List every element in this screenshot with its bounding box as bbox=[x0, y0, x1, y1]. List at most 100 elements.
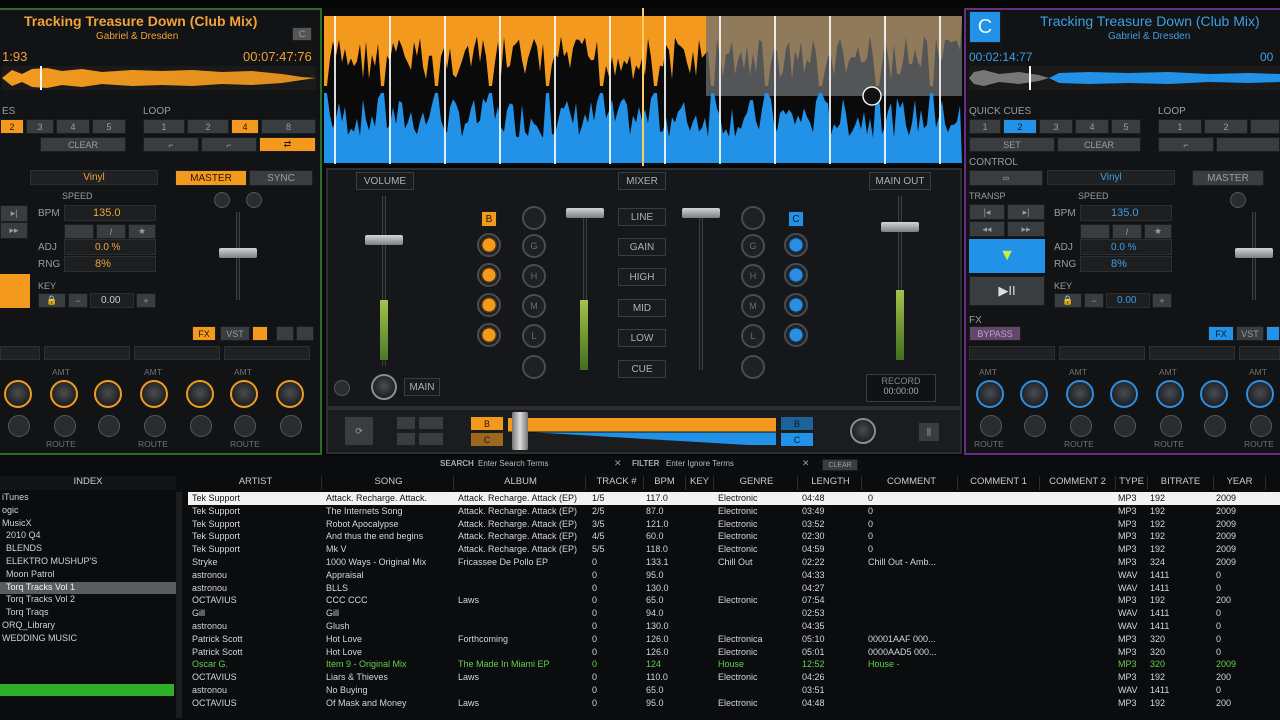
deck-b-skip-forward[interactable]: ▸| bbox=[1007, 204, 1045, 220]
mixer-settings-button[interactable]: ⫼ bbox=[918, 422, 940, 442]
left-line-knob[interactable] bbox=[522, 206, 546, 230]
table-cell[interactable] bbox=[1042, 518, 1114, 531]
left-cue-button[interactable] bbox=[522, 355, 546, 379]
table-cell[interactable]: WAV bbox=[1118, 684, 1146, 697]
table-cell[interactable] bbox=[960, 492, 1038, 505]
right-cue-button[interactable] bbox=[741, 355, 765, 379]
grid-button[interactable] bbox=[396, 416, 416, 430]
table-cell[interactable]: 95.0 bbox=[646, 569, 684, 582]
table-cell[interactable]: 04:26 bbox=[802, 671, 860, 684]
table-cell[interactable]: 0 bbox=[592, 697, 642, 710]
deck-a-key-lock[interactable]: 🔒 bbox=[38, 293, 66, 308]
deck-b-route-1[interactable] bbox=[980, 415, 1002, 437]
left-channel-tag[interactable]: B bbox=[481, 211, 497, 227]
table-cell[interactable]: 200 bbox=[1216, 671, 1264, 684]
table-cell[interactable]: 5/5 bbox=[592, 543, 642, 556]
table-cell[interactable] bbox=[718, 582, 796, 595]
deck-b-key-lock[interactable]: 🔒 bbox=[1054, 293, 1082, 308]
grid-button-2[interactable] bbox=[418, 416, 444, 430]
column-header[interactable]: COMMENT 2 bbox=[1040, 476, 1116, 490]
table-cell[interactable]: 04:48 bbox=[802, 697, 860, 710]
deck-b-cue-2[interactable]: 2 bbox=[1003, 119, 1037, 134]
deck-b-bpm-star[interactable]: ★ bbox=[1144, 224, 1172, 239]
deck-a-loop-out[interactable]: ⌐ bbox=[201, 137, 257, 152]
table-cell[interactable] bbox=[960, 518, 1038, 531]
deck-a-cue-3[interactable]: 3 bbox=[26, 119, 54, 134]
table-cell[interactable] bbox=[1042, 671, 1114, 684]
table-cell[interactable]: 320 bbox=[1150, 633, 1212, 646]
deck-a-bpm-star[interactable]: ★ bbox=[128, 224, 156, 239]
deck-b-vst-button[interactable]: VST bbox=[1236, 326, 1264, 341]
deck-b-pitch-bend-down[interactable] bbox=[1230, 192, 1246, 208]
deck-b-loop-in[interactable]: ⌐ bbox=[1158, 137, 1214, 152]
table-cell[interactable] bbox=[960, 658, 1038, 671]
deck-b-rewind[interactable]: ◂◂ bbox=[969, 221, 1005, 237]
table-cell[interactable] bbox=[1042, 594, 1114, 607]
table-cell[interactable]: Electronic bbox=[718, 518, 796, 531]
left-high-knob[interactable] bbox=[477, 263, 501, 287]
table-cell[interactable]: 124 bbox=[646, 658, 684, 671]
table-cell[interactable]: 1411 bbox=[1150, 684, 1212, 697]
deck-a-key-plus[interactable]: + bbox=[136, 293, 156, 308]
table-cell[interactable] bbox=[868, 697, 956, 710]
table-cell[interactable]: 0 bbox=[868, 505, 956, 518]
table-cell[interactable] bbox=[688, 505, 712, 518]
table-cell[interactable]: Electronic bbox=[718, 671, 796, 684]
table-cell[interactable]: Hot Love bbox=[326, 646, 452, 659]
headphone-button[interactable] bbox=[334, 380, 350, 396]
table-cell[interactable] bbox=[1042, 543, 1114, 556]
table-cell[interactable] bbox=[1042, 582, 1114, 595]
table-cell[interactable]: 1411 bbox=[1150, 620, 1212, 633]
table-cell[interactable]: MP3 bbox=[1118, 658, 1146, 671]
table-cell[interactable]: 0 bbox=[592, 620, 642, 633]
table-cell[interactable] bbox=[1042, 633, 1114, 646]
table-cell[interactable] bbox=[960, 671, 1038, 684]
table-cell[interactable]: 0 bbox=[592, 569, 642, 582]
table-cell[interactable]: astronou bbox=[192, 684, 320, 697]
deck-a-transport-play[interactable]: ▸| bbox=[0, 205, 28, 222]
table-cell[interactable]: No Buying bbox=[326, 684, 452, 697]
table-cell[interactable]: 0 bbox=[1216, 684, 1264, 697]
table-cell[interactable] bbox=[718, 569, 796, 582]
deck-a-tap[interactable] bbox=[64, 224, 94, 239]
deck-a-fx-knob-7[interactable] bbox=[276, 380, 304, 408]
table-cell[interactable]: MP3 bbox=[1118, 671, 1146, 684]
table-cell[interactable] bbox=[458, 620, 584, 633]
table-cell[interactable]: Glush bbox=[326, 620, 452, 633]
table-cell[interactable]: 03:52 bbox=[802, 518, 860, 531]
table-cell[interactable]: 1000 Ways - Original Mix bbox=[326, 556, 452, 569]
index-item[interactable]: Torq Traqs bbox=[0, 607, 176, 620]
table-cell[interactable] bbox=[868, 671, 956, 684]
left-gain-knob[interactable] bbox=[477, 233, 501, 257]
column-header[interactable]: SONG bbox=[324, 476, 454, 490]
deck-b-route-5[interactable] bbox=[1160, 415, 1182, 437]
table-cell[interactable]: Chill Out bbox=[718, 556, 796, 569]
deck-b-loop-3[interactable] bbox=[1250, 119, 1280, 134]
deck-a-fx-knob-4[interactable] bbox=[140, 380, 168, 408]
table-cell[interactable]: 133.1 bbox=[646, 556, 684, 569]
table-cell[interactable] bbox=[688, 556, 712, 569]
deck-a-fx-button[interactable]: FX bbox=[192, 326, 216, 341]
table-cell[interactable] bbox=[868, 607, 956, 620]
deck-b-cue-3[interactable]: 3 bbox=[1039, 119, 1073, 134]
search-input[interactable]: Enter Search Terms bbox=[478, 459, 618, 468]
table-cell[interactable]: The Made In Miami EP bbox=[458, 658, 584, 671]
table-cell[interactable] bbox=[960, 530, 1038, 543]
index-active-bar[interactable] bbox=[0, 684, 174, 696]
table-cell[interactable]: BLLS bbox=[326, 582, 452, 595]
table-cell[interactable]: 1411 bbox=[1150, 582, 1212, 595]
table-cell[interactable]: 2/5 bbox=[592, 505, 642, 518]
column-header[interactable]: COMMENT 1 bbox=[958, 476, 1040, 490]
table-cell[interactable] bbox=[868, 569, 956, 582]
table-cell[interactable]: Laws bbox=[458, 594, 584, 607]
deck-b-loop-2[interactable]: 2 bbox=[1204, 119, 1248, 134]
table-cell[interactable]: 00001AAF 000... bbox=[868, 633, 956, 646]
table-cell[interactable]: Electronic bbox=[718, 530, 796, 543]
table-cell[interactable]: Attack. Recharge. Attack (EP) bbox=[458, 492, 584, 505]
table-cell[interactable]: MP3 bbox=[1118, 505, 1146, 518]
table-cell[interactable] bbox=[688, 530, 712, 543]
table-cell[interactable] bbox=[1042, 658, 1114, 671]
deck-a-cue-clear[interactable]: CLEAR bbox=[40, 137, 126, 152]
table-cell[interactable]: 118.0 bbox=[646, 543, 684, 556]
deck-b-fx-knob-1[interactable] bbox=[976, 380, 1004, 408]
